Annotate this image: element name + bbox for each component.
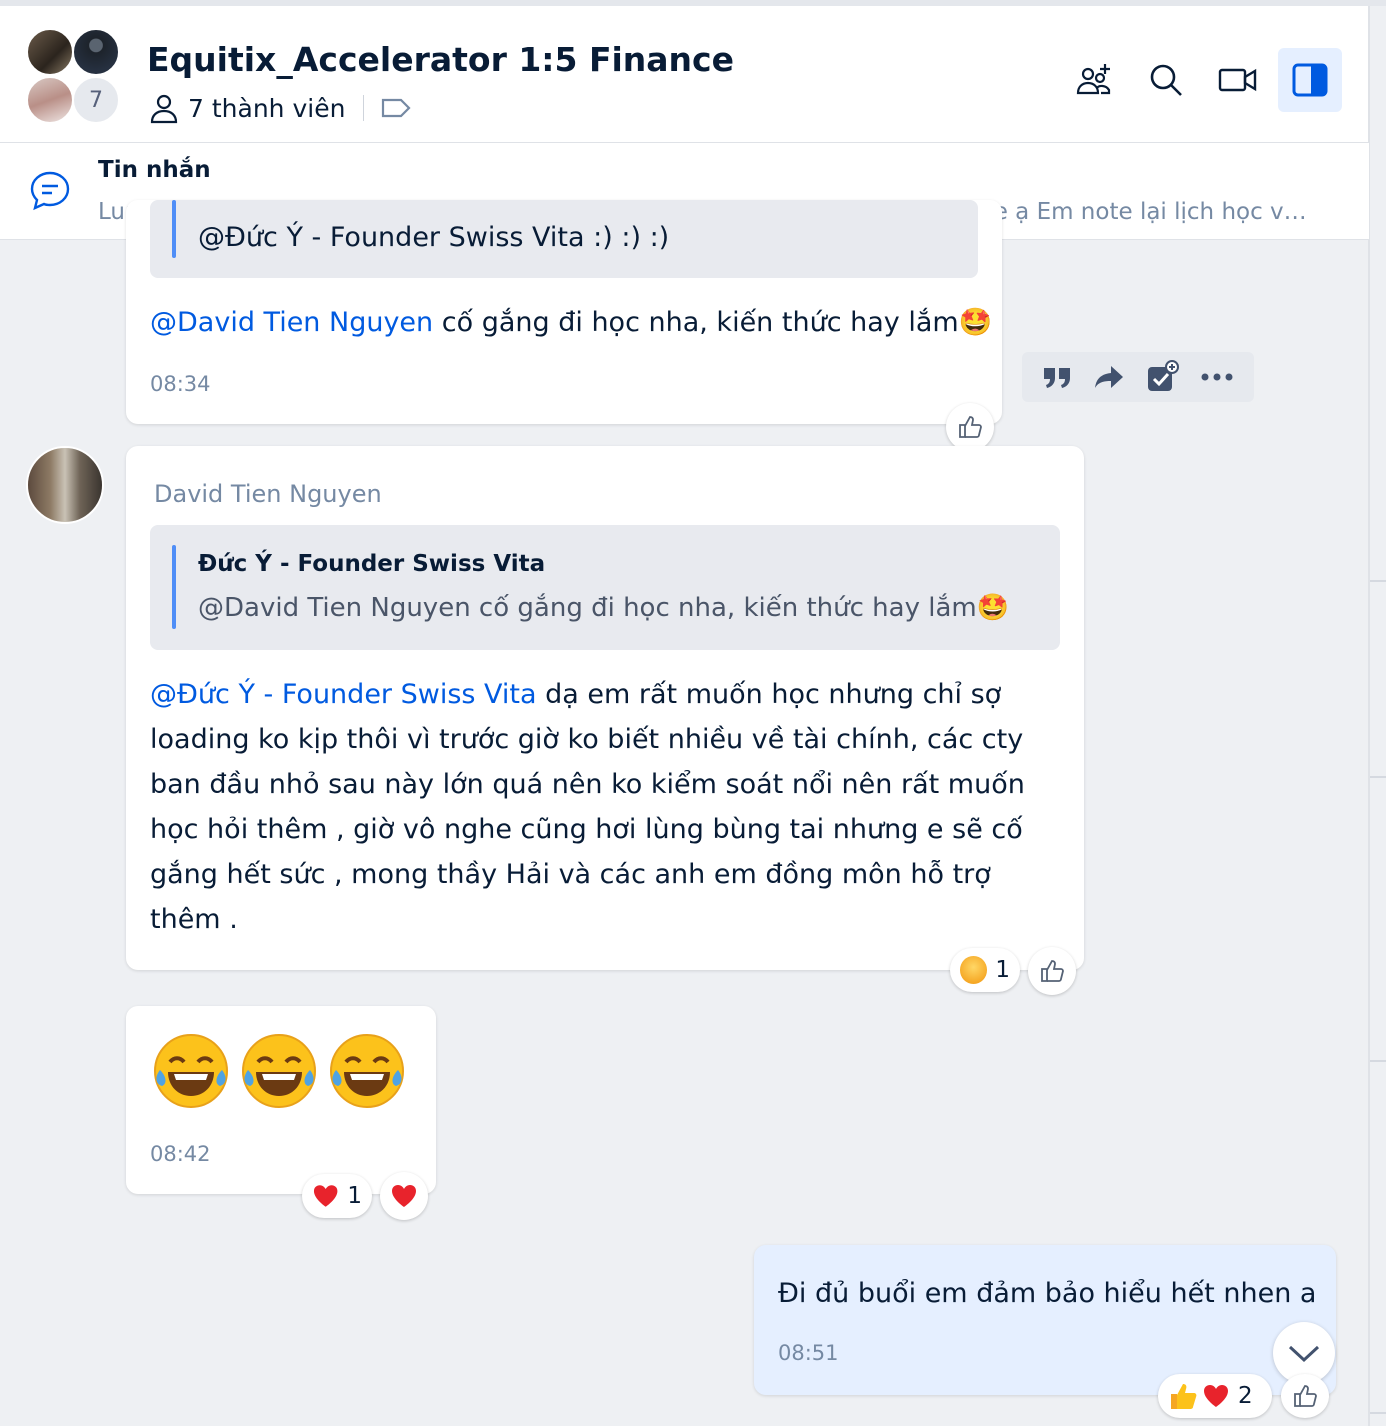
- message-text: @Đức Ý - Founder Swiss Vita dạ em rất mu…: [150, 672, 1060, 942]
- tag-icon[interactable]: [380, 96, 412, 120]
- laughing-tears-emoji-icon: [242, 1034, 316, 1108]
- scroll-mark: [1370, 580, 1386, 582]
- thumbs-up-emoji-icon: [1171, 1384, 1197, 1409]
- chevron-down-icon: [1288, 1345, 1320, 1363]
- reaction-summary[interactable]: 1: [302, 1174, 372, 1218]
- message-text: Đi đủ buổi em đảm bảo hiểu hết nhen a: [778, 1278, 1317, 1309]
- sidebar-icon: [1292, 63, 1328, 97]
- divider: [363, 95, 365, 121]
- pinned-label: Tin nhắn: [98, 157, 211, 183]
- thumbs-up-icon: [1294, 1385, 1317, 1407]
- quote-bar: [172, 200, 176, 258]
- thumbs-up-icon: [1041, 960, 1064, 982]
- video-icon: [1218, 68, 1257, 92]
- message-time: 08:42: [150, 1142, 211, 1166]
- heart-icon: [392, 1185, 416, 1207]
- message-bubble[interactable]: David Tien Nguyen Đức Ý - Founder Swiss …: [126, 446, 1084, 970]
- reaction-count: 2: [1238, 1383, 1253, 1409]
- heart-reaction-button[interactable]: [380, 1172, 428, 1220]
- members-info[interactable]: 7 thành viên: [148, 90, 420, 126]
- reply-quote[interactable]: Đức Ý - Founder Swiss Vita @David Tien N…: [150, 525, 1060, 650]
- mention-link[interactable]: @David Tien Nguyen: [150, 307, 433, 338]
- sender-name: David Tien Nguyen: [154, 480, 382, 508]
- like-reaction-button[interactable]: [1281, 1374, 1329, 1418]
- message-bubble[interactable]: 08:42: [126, 1006, 436, 1194]
- message-body: dạ em rất muốn học nhưng chỉ sợ loading …: [150, 679, 1025, 935]
- message-bubble[interactable]: @Đức Ý - Founder Swiss Vita :) :) :) @Da…: [126, 200, 1002, 424]
- reaction-count: 1: [347, 1183, 362, 1209]
- mention-link[interactable]: @Đức Ý - Founder Swiss Vita: [150, 679, 537, 710]
- group-avatar[interactable]: 7: [26, 28, 122, 128]
- scroll-mark: [1370, 776, 1386, 778]
- quote-icon[interactable]: [1042, 364, 1072, 390]
- own-message-bubble[interactable]: Đi đủ buổi em đảm bảo hiểu hết nhen a 08…: [754, 1245, 1336, 1395]
- emoji-row: [152, 1032, 406, 1110]
- quote-author: Đức Ý - Founder Swiss Vita: [198, 551, 546, 577]
- chat-header: 7 Equitix_Accelerator 1:5 Finance 7 thàn…: [0, 6, 1369, 143]
- heart-icon: [313, 1185, 338, 1207]
- member-avatar: [26, 76, 74, 124]
- reaction-count: 1: [995, 957, 1010, 983]
- add-task-icon[interactable]: [1145, 360, 1180, 394]
- video-call-button[interactable]: [1206, 48, 1270, 112]
- toggle-sidebar-button[interactable]: [1278, 48, 1342, 112]
- scroll-mark: [1370, 1060, 1386, 1062]
- more-icon[interactable]: [1200, 372, 1234, 382]
- laughing-tears-emoji-icon: [330, 1034, 404, 1108]
- quote-text: @David Tien Nguyen cố gắng đi học nha, k…: [198, 593, 1010, 623]
- members-label: 7 thành viên: [188, 93, 346, 123]
- message-time: 08:51: [778, 1341, 839, 1365]
- like-reaction-button[interactable]: [1028, 947, 1076, 995]
- message-time: 08:34: [150, 372, 211, 396]
- add-member-button[interactable]: [1062, 48, 1126, 112]
- quote-bar: [172, 545, 176, 629]
- quote-text: @Đức Ý - Founder Swiss Vita :) :) :): [198, 222, 670, 253]
- group-title[interactable]: Equitix_Accelerator 1:5 Finance: [147, 40, 734, 79]
- sender-avatar[interactable]: [26, 446, 104, 524]
- forward-icon[interactable]: [1093, 364, 1125, 390]
- message-action-bar: [1022, 352, 1254, 402]
- search-icon: [1150, 64, 1182, 96]
- like-reaction-button[interactable]: [946, 403, 994, 451]
- reaction-summary[interactable]: 1: [950, 948, 1020, 992]
- reply-quote: @Đức Ý - Founder Swiss Vita :) :) :): [150, 200, 978, 278]
- message-text: @David Tien Nguyen cố gắng đi học nha, k…: [150, 300, 992, 345]
- member-count-badge: 7: [72, 76, 120, 124]
- scroll-mark: [1370, 1412, 1386, 1414]
- member-avatar: [26, 28, 74, 76]
- message-icon: [30, 171, 70, 211]
- member-avatar: [72, 28, 120, 76]
- message-body: cố gắng đi học nha, kiến thức hay lắm🤩: [433, 307, 993, 338]
- search-button[interactable]: [1134, 48, 1198, 112]
- laughing-face-icon: [960, 956, 988, 984]
- reaction-summary[interactable]: 2: [1158, 1374, 1272, 1418]
- thumbs-up-icon: [959, 416, 982, 438]
- heart-icon: [1204, 1385, 1228, 1407]
- user-icon: [150, 94, 178, 124]
- laughing-tears-emoji-icon: [154, 1034, 228, 1108]
- add-user-icon: [1076, 64, 1111, 95]
